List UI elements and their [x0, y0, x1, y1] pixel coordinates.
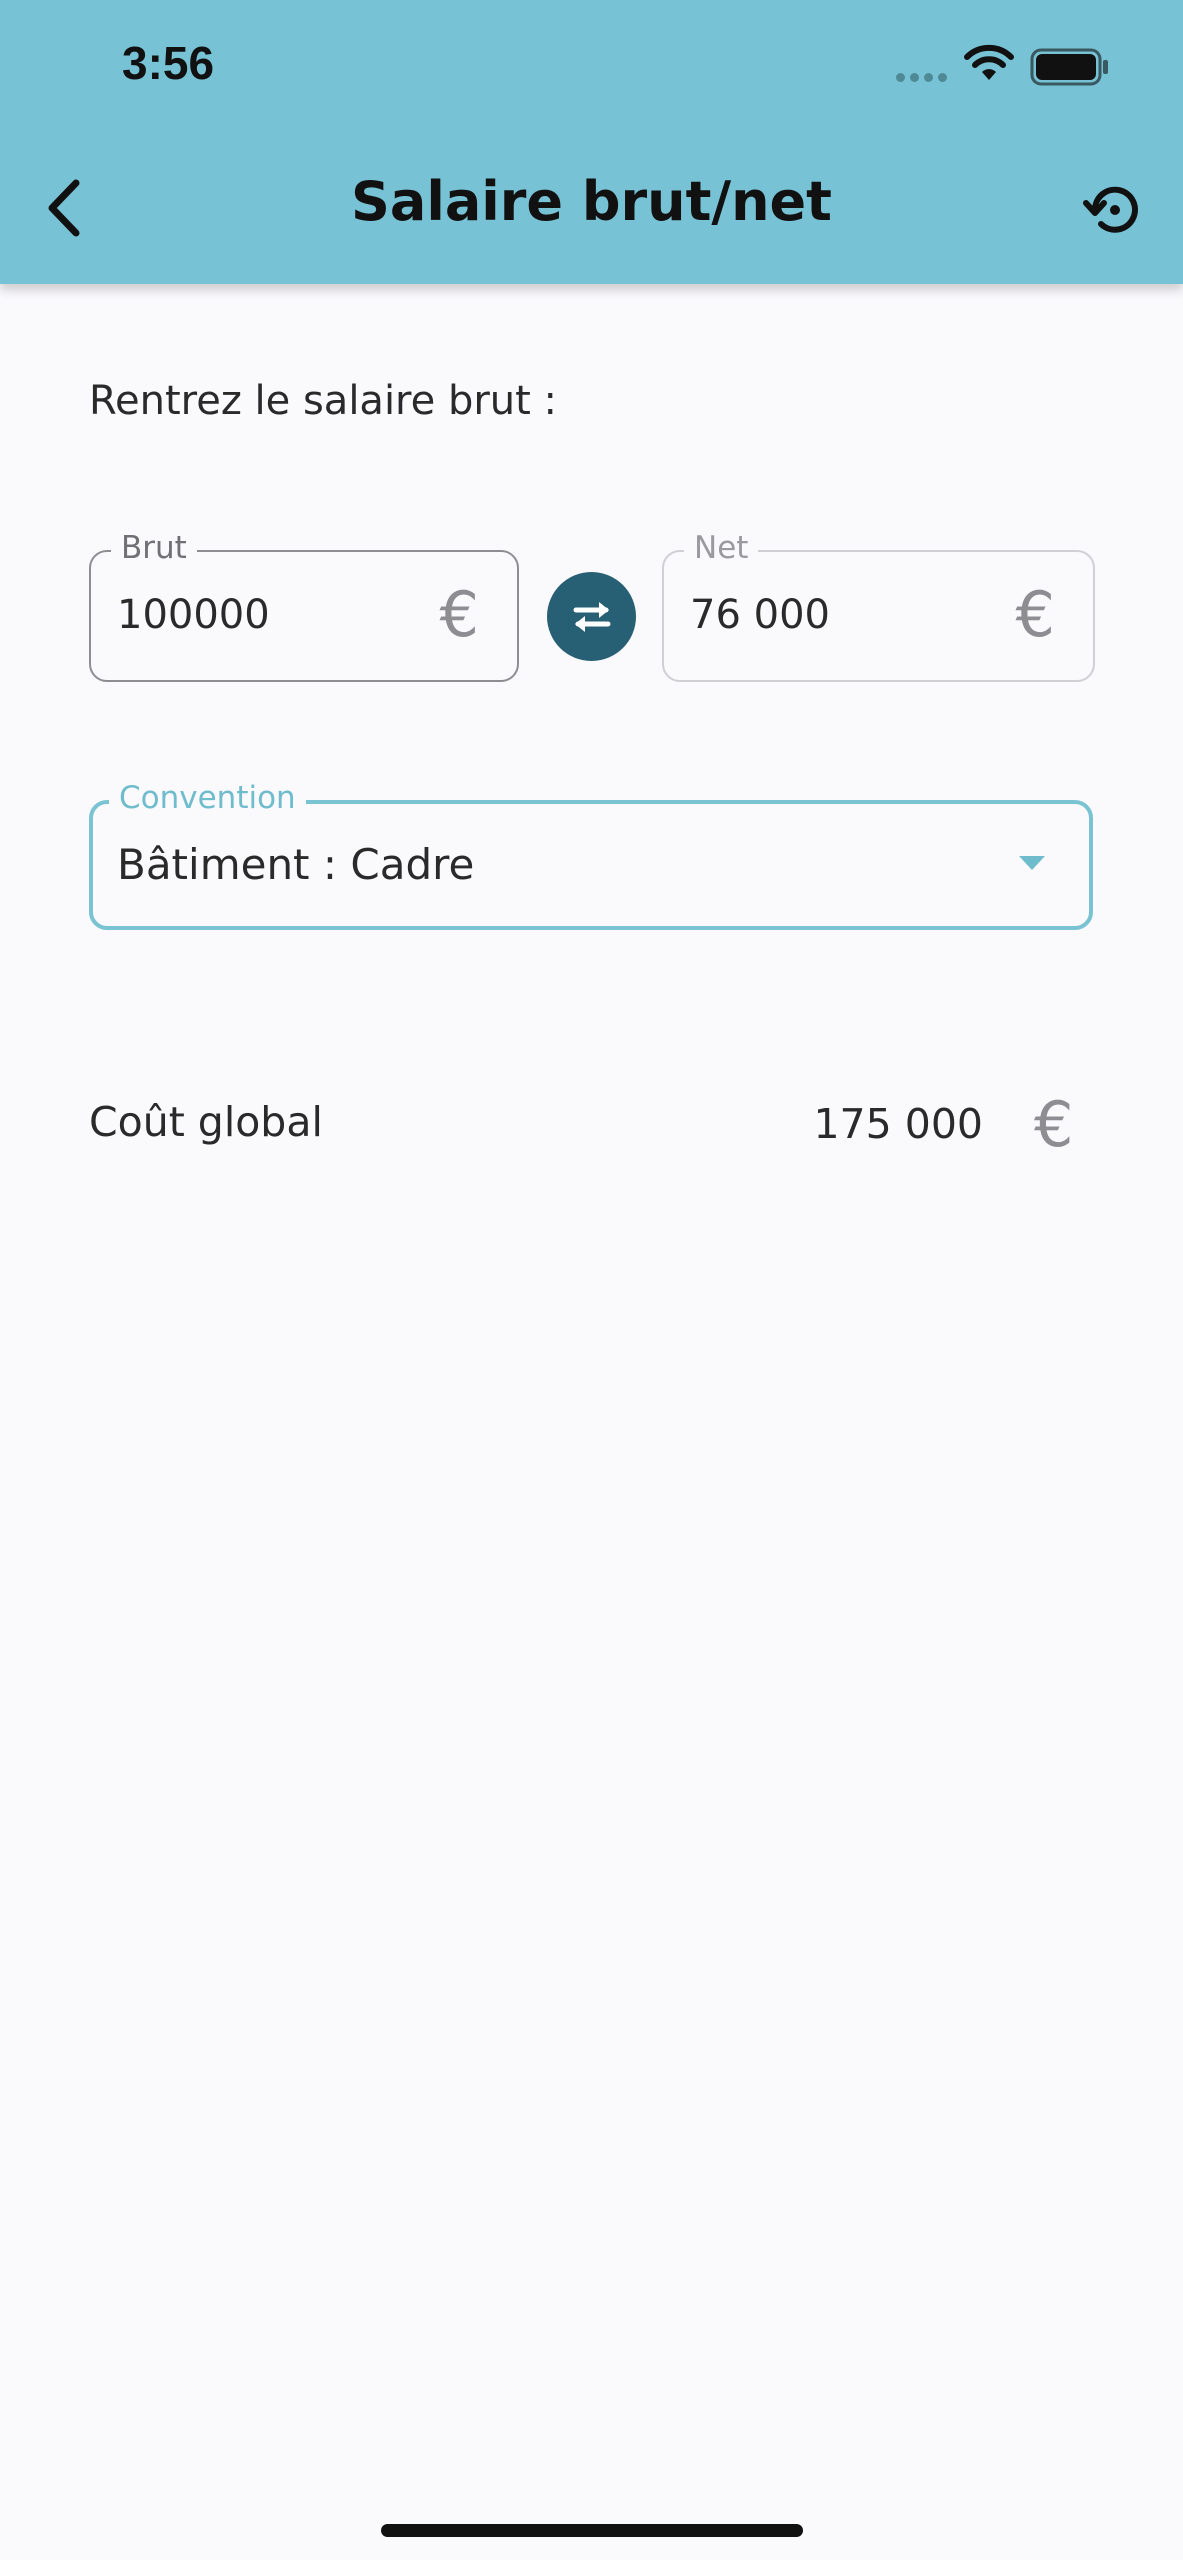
convention-select[interactable]: Convention Bâtiment : Cadre [89, 780, 1093, 930]
convention-selected-value: Bâtiment : Cadre [117, 840, 475, 889]
euro-icon: € [439, 578, 479, 651]
euro-icon: € [1034, 1088, 1074, 1161]
wifi-icon [964, 44, 1014, 80]
history-icon [1083, 186, 1138, 233]
brut-salary-field[interactable]: Brut 100000 € [89, 530, 519, 682]
page-title: Salaire brut/net [351, 170, 832, 233]
euro-icon: € [1015, 578, 1055, 651]
net-field-label: Net [684, 530, 759, 566]
swap-button[interactable] [547, 572, 636, 661]
home-indicator [381, 2524, 803, 2537]
input-prompt: Rentrez le salaire brut : [89, 378, 558, 424]
cellular-signal-icon [896, 73, 947, 82]
dropdown-arrow-icon [1019, 856, 1045, 870]
back-button[interactable] [28, 168, 100, 248]
total-cost-value: 175 000 [813, 1100, 983, 1148]
swap-arrows-icon [573, 601, 610, 632]
total-cost-label: Coût global [89, 1098, 323, 1146]
app-header: 3:56 Salaire brut/net [0, 0, 1183, 284]
net-salary-field[interactable]: Net 76 000 € [662, 530, 1095, 682]
brut-salary-value[interactable]: 100000 [117, 592, 270, 638]
battery-icon [1030, 48, 1108, 86]
convention-label: Convention [109, 780, 306, 816]
app-screen: 3:56 Salaire brut/net Rentrez le salaire… [0, 0, 1183, 2560]
net-salary-value[interactable]: 76 000 [690, 592, 830, 638]
chevron-left-icon [48, 179, 80, 237]
history-button[interactable] [1076, 174, 1152, 246]
status-time: 3:56 [122, 37, 215, 89]
brut-field-label: Brut [111, 530, 197, 566]
